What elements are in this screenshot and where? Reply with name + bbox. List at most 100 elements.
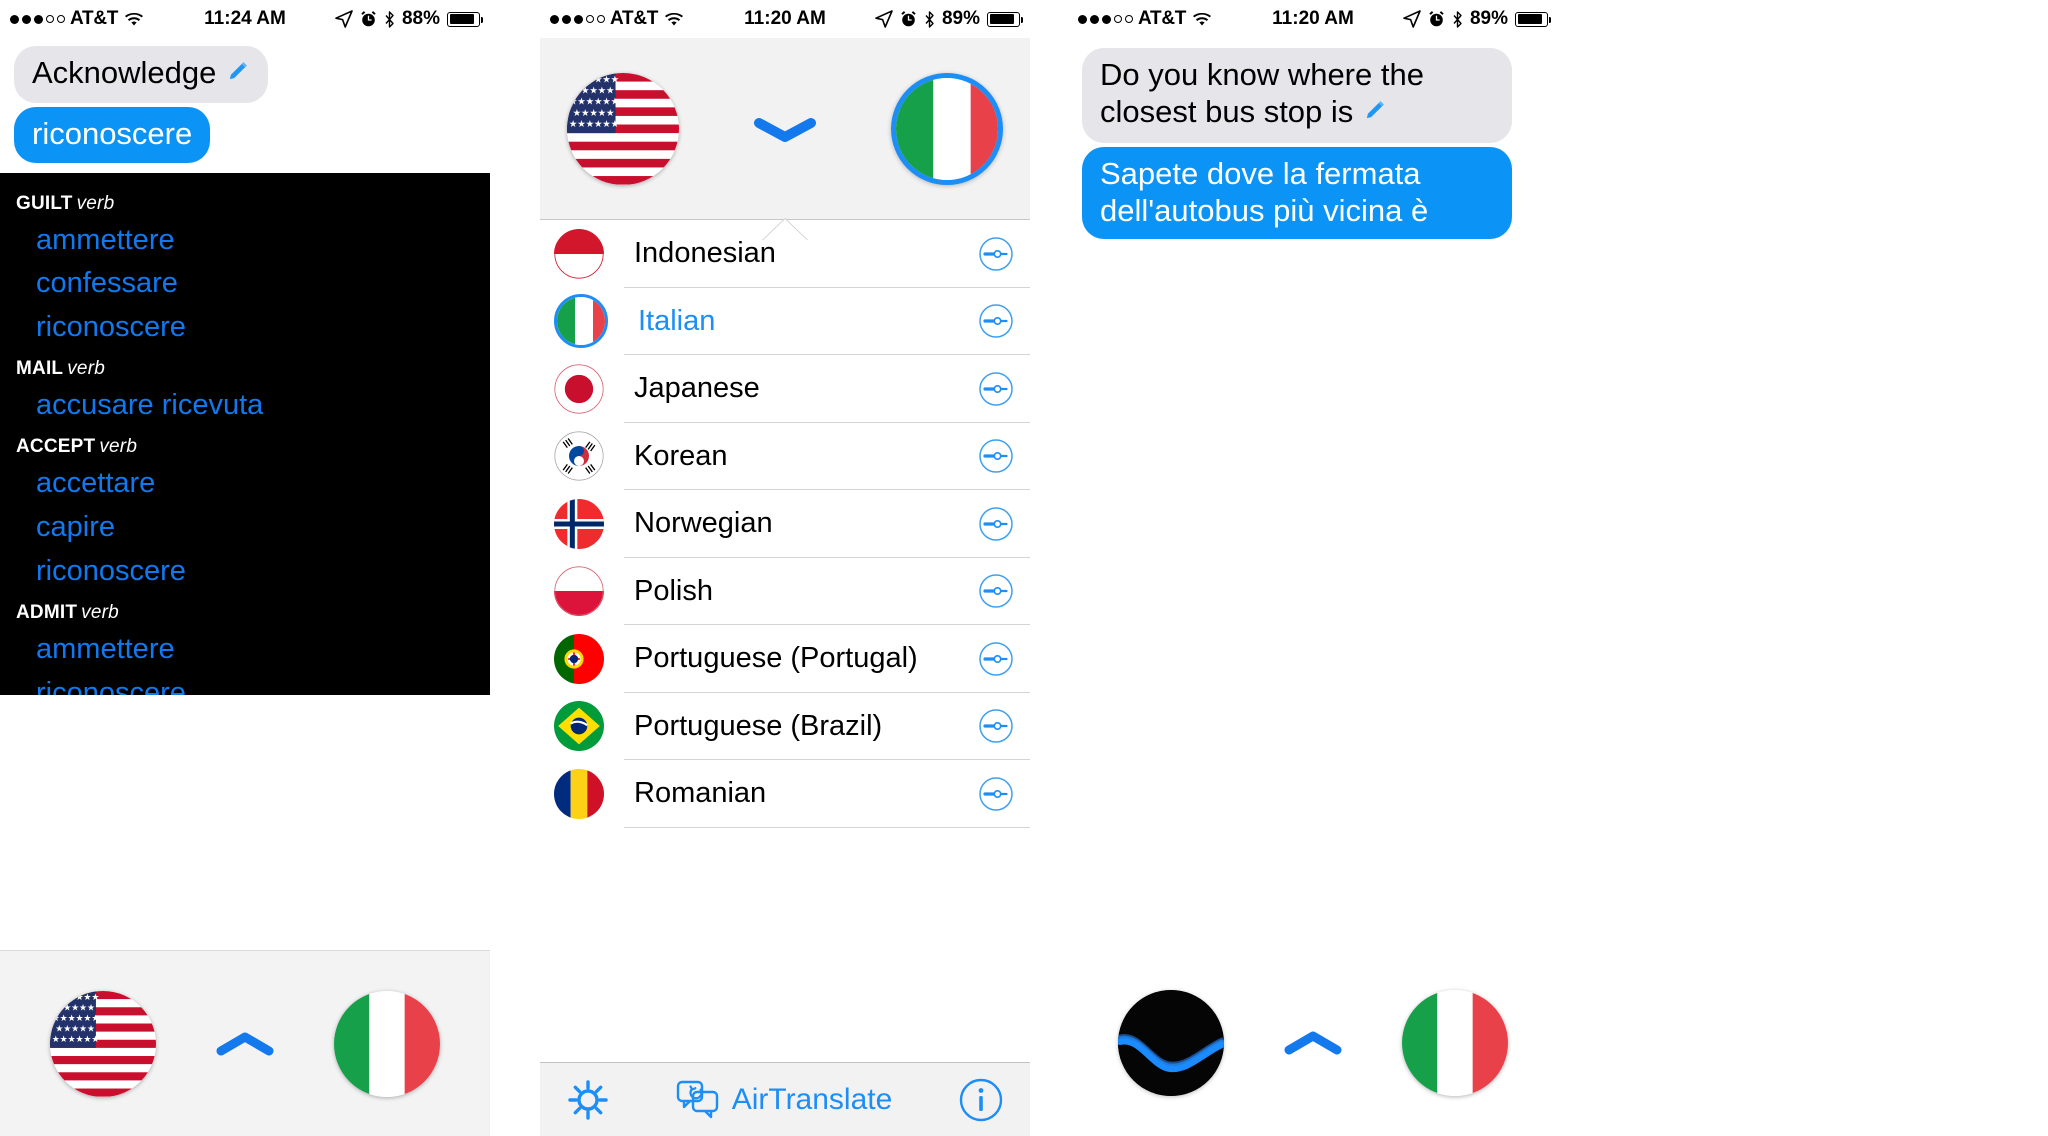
dictionary-group: ADMIT verb ammettere riconoscere bbox=[0, 596, 490, 695]
chevron-up-icon[interactable] bbox=[1284, 1028, 1342, 1058]
korea-flag-icon bbox=[554, 431, 604, 482]
message-row: riconoscere bbox=[0, 107, 490, 166]
language-settings-icon[interactable] bbox=[978, 708, 1014, 744]
dictionary-headword-row: GUILT verb bbox=[0, 187, 490, 219]
screenshot-root: AT&T 11:24 AM 88% Acknowledge riconoscer… bbox=[0, 0, 2048, 1136]
dictionary-entry[interactable]: riconoscere bbox=[0, 550, 490, 594]
dictionary-entry[interactable]: accusare ricevuta bbox=[0, 384, 490, 428]
language-name: Indonesian bbox=[634, 237, 776, 270]
language-row-portuguese-brazil[interactable]: Portuguese (Brazil) bbox=[540, 693, 1030, 761]
language-row-polish[interactable]: Polish bbox=[540, 558, 1030, 626]
dictionary-headword: ADMIT bbox=[16, 601, 78, 623]
us-flag-icon[interactable]: ★★★★★★ ★★★★★ ★★★★★★ ★★★★★ ★★★★★★ bbox=[50, 990, 156, 1097]
panel-dictionary: AT&T 11:24 AM 88% Acknowledge riconoscer… bbox=[0, 0, 490, 1136]
portugal-flag-icon bbox=[554, 633, 604, 684]
language-settings-icon[interactable] bbox=[978, 303, 1014, 339]
svg-text:★★★★★: ★★★★★ bbox=[573, 85, 615, 95]
italy-flag-icon bbox=[554, 294, 608, 349]
dictionary-entry[interactable]: capire bbox=[0, 506, 490, 550]
bluetooth-icon bbox=[1452, 10, 1463, 28]
svg-text:★★★★★★: ★★★★★★ bbox=[52, 991, 100, 1001]
svg-text:★★★★★★: ★★★★★★ bbox=[52, 1013, 100, 1023]
language-row-japanese[interactable]: Japanese bbox=[540, 355, 1030, 423]
carrier-label: AT&T bbox=[1138, 8, 1187, 29]
wifi-icon bbox=[665, 12, 684, 26]
language-header: ★★★★★★ ★★★★★ ★★★★★★ ★★★★★ ★★★★★★ bbox=[540, 38, 1030, 240]
language-settings-icon[interactable] bbox=[978, 776, 1014, 812]
language-settings-icon[interactable] bbox=[978, 573, 1014, 609]
dictionary-group: MAIL verb accusare ricevuta bbox=[0, 352, 490, 428]
status-left-2: AT&T bbox=[550, 8, 684, 30]
siri-waveform-icon[interactable] bbox=[1118, 990, 1224, 1096]
signal-dots-icon bbox=[550, 14, 605, 24]
language-settings-icon[interactable] bbox=[978, 236, 1014, 272]
carrier-label: AT&T bbox=[610, 8, 659, 29]
dictionary-panel[interactable]: GUILT verb ammettere confessare riconosce… bbox=[0, 172, 490, 695]
dictionary-entry[interactable]: riconoscere bbox=[0, 672, 490, 695]
italy-flag-icon[interactable] bbox=[334, 990, 440, 1097]
message-bubble-translation[interactable]: riconoscere bbox=[14, 107, 211, 163]
norway-flag-icon bbox=[554, 498, 604, 549]
svg-text:★★★★★: ★★★★★ bbox=[55, 1023, 95, 1033]
language-name: Portuguese (Brazil) bbox=[634, 709, 883, 742]
battery-icon bbox=[1515, 11, 1551, 27]
language-settings-icon[interactable] bbox=[978, 438, 1014, 474]
dictionary-headword-row: ACCEPT verb bbox=[0, 430, 490, 462]
status-left-3: AT&T bbox=[1078, 8, 1212, 30]
message-bubble-source[interactable]: Acknowledge bbox=[14, 46, 269, 104]
chevron-down-icon[interactable] bbox=[754, 113, 816, 145]
airtranslate-label: AirTranslate bbox=[731, 1082, 893, 1116]
language-settings-icon[interactable] bbox=[978, 641, 1014, 677]
signal-dots-icon bbox=[10, 14, 65, 24]
us-flag-icon[interactable]: ★★★★★★ ★★★★★ ★★★★★★ ★★★★★ ★★★★★★ bbox=[567, 72, 679, 185]
language-row-korean[interactable]: Korean bbox=[540, 423, 1030, 491]
airtranslate-brand[interactable]: AirTranslate bbox=[676, 1080, 893, 1120]
dictionary-headword: MAIL bbox=[16, 358, 64, 380]
signal-dots-icon bbox=[1078, 14, 1133, 24]
language-settings-icon[interactable] bbox=[978, 371, 1014, 407]
message-bubble-source[interactable]: Do you know where the closest bus stop i… bbox=[1082, 48, 1512, 143]
chevron-up-icon[interactable] bbox=[216, 1029, 274, 1059]
japan-flag-icon bbox=[554, 363, 604, 414]
panel-language-picker: AT&T 11:20 AM 89% ★★★★★★ ★★★★★ ★★★★★★ ★★… bbox=[540, 0, 1030, 1136]
dictionary-pos: verb bbox=[81, 601, 119, 623]
battery-icon bbox=[447, 11, 483, 27]
language-row-indonesian[interactable]: Indonesian bbox=[540, 220, 1030, 288]
language-flag-bar-1: ★★★★★★ ★★★★★ ★★★★★★ ★★★★★ ★★★★★★ bbox=[0, 950, 490, 1136]
alarm-clock-icon bbox=[1428, 10, 1445, 28]
message-bubble-translation[interactable]: Sapete dove la fermata dell'autobus più … bbox=[1082, 146, 1512, 239]
dictionary-pos: verb bbox=[76, 192, 115, 214]
svg-text:★★★★★: ★★★★★ bbox=[55, 1002, 95, 1012]
italy-flag-icon[interactable] bbox=[1402, 990, 1508, 1096]
dictionary-pos: verb bbox=[99, 436, 138, 458]
dictionary-entry[interactable]: ammettere bbox=[0, 219, 490, 263]
location-arrow-icon bbox=[1403, 10, 1421, 28]
dictionary-entry[interactable]: riconoscere bbox=[0, 306, 490, 350]
info-circle-icon[interactable] bbox=[958, 1077, 1004, 1123]
dictionary-entry[interactable]: accettare bbox=[0, 462, 490, 506]
language-row-portuguese-portugal[interactable]: Portuguese (Portugal) bbox=[540, 625, 1030, 693]
alarm-clock-icon bbox=[360, 10, 377, 28]
language-row-italian[interactable]: Italian bbox=[540, 288, 1030, 356]
language-settings-icon[interactable] bbox=[978, 506, 1014, 542]
dictionary-group: GUILT verb ammettere confessare riconosce… bbox=[0, 187, 490, 351]
battery-percent-label: 89% bbox=[1469, 8, 1508, 29]
dictionary-entry[interactable]: ammettere bbox=[0, 628, 490, 672]
svg-text:★★★★★: ★★★★★ bbox=[573, 107, 615, 117]
language-row-romanian[interactable]: Romanian bbox=[540, 760, 1030, 828]
gear-icon[interactable] bbox=[566, 1078, 610, 1122]
message-row: Sapete dove la fermata dell'autobus più … bbox=[1068, 146, 1558, 243]
pencil-icon[interactable] bbox=[224, 56, 250, 93]
language-row-norwegian[interactable]: Norwegian bbox=[540, 490, 1030, 558]
battery-icon bbox=[987, 11, 1023, 27]
language-list[interactable]: Indonesian Italian Japanese Korean Norwe… bbox=[540, 220, 1030, 1000]
italy-flag-icon[interactable] bbox=[891, 72, 1003, 185]
status-left-1: AT&T bbox=[10, 8, 144, 30]
bottom-toolbar: AirTranslate bbox=[540, 1062, 1030, 1136]
message-row: Do you know where the closest bus stop i… bbox=[1068, 48, 1558, 147]
chat-refresh-icon bbox=[676, 1080, 718, 1118]
message-row: Acknowledge bbox=[0, 46, 490, 107]
dictionary-entry[interactable]: confessare bbox=[0, 262, 490, 306]
pencil-icon[interactable] bbox=[1361, 95, 1387, 132]
status-right-3: 89% bbox=[1403, 8, 1551, 30]
